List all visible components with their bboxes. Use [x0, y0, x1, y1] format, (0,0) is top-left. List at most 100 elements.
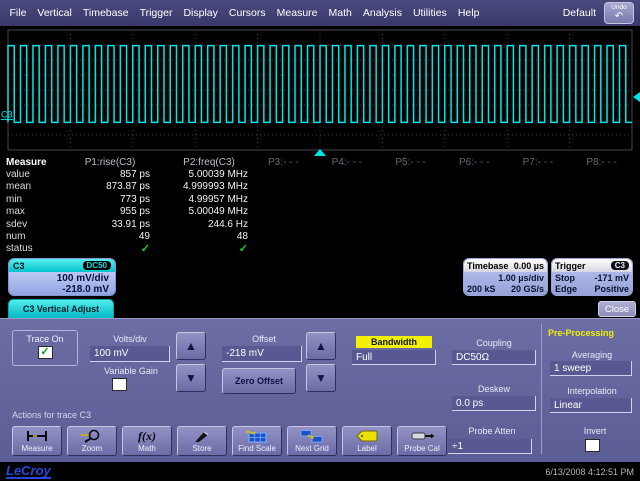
actions-title: Actions for trace C3: [12, 410, 162, 420]
invert-checkbox[interactable]: [585, 439, 600, 452]
measure-cell: 955 ps: [60, 206, 160, 217]
zero-offset-button[interactable]: Zero Offset: [222, 368, 296, 394]
row-label-min: min: [0, 194, 60, 205]
down-arrow-icon: ▼: [315, 371, 327, 385]
averaging-label: Averaging: [552, 350, 632, 360]
measure-cell: 48: [160, 231, 258, 242]
volts-div-increase-button[interactable]: ▲: [176, 332, 206, 360]
measure-cell: 49: [60, 231, 160, 242]
brush-icon: [189, 429, 215, 443]
trigger-mode: Stop: [555, 273, 575, 283]
status-check-p2: ✓: [160, 242, 258, 255]
measure-header-p8[interactable]: P8:- - -: [576, 157, 640, 168]
measure-action-button[interactable]: Measure: [12, 426, 62, 456]
invert-label: Invert: [560, 426, 630, 436]
lecroy-logo: LeCroy: [6, 464, 51, 479]
undo-button[interactable]: Undo ↶: [604, 2, 634, 24]
menu-help[interactable]: Help: [452, 4, 485, 22]
next-grid-action-button[interactable]: Next Grid: [287, 426, 337, 456]
interpolation-field[interactable]: Linear: [550, 398, 632, 413]
timebase-delay: 0.00 µs: [514, 261, 544, 271]
offset-field[interactable]: -218 mV: [222, 346, 302, 362]
magnifier-icon: [79, 429, 105, 443]
menu-vertical[interactable]: Vertical: [32, 4, 77, 22]
deskew-field[interactable]: 0.0 ps: [452, 396, 536, 411]
measure-icon: [24, 429, 50, 443]
probe-icon: [409, 429, 435, 443]
channel-c3-descriptor[interactable]: C3 DC50 100 mV/div -218.0 mV: [8, 258, 116, 296]
measure-header-p7[interactable]: P7:- - -: [513, 157, 577, 168]
volts-div-decrease-button[interactable]: ▼: [176, 364, 206, 392]
preprocessing-title: Pre-Processing: [548, 328, 614, 338]
math-action-button[interactable]: f(x) Math: [122, 426, 172, 456]
measure-table-title: Measure: [0, 157, 60, 168]
volts-div-field[interactable]: 100 mV: [90, 346, 170, 362]
probe-atten-field[interactable]: ÷1: [448, 439, 532, 454]
default-setup-label[interactable]: Default: [555, 7, 604, 19]
measure-cell: 4.99957 MHz: [160, 194, 258, 205]
channel-name: C3: [13, 261, 25, 271]
trace-on-group: Trace On ✓: [12, 330, 78, 366]
measure-cell: 5.00049 MHz: [160, 206, 258, 217]
measure-header-p2[interactable]: P2:freq(C3): [160, 157, 258, 168]
next-grid-icon: [299, 429, 325, 443]
menu-timebase[interactable]: Timebase: [77, 4, 134, 22]
find-scale-action-button[interactable]: Find Scale: [232, 426, 282, 456]
measure-header-p4[interactable]: P4:- - -: [322, 157, 386, 168]
menu-analysis[interactable]: Analysis: [357, 4, 407, 22]
channel-indicator-label: C3: [1, 109, 13, 119]
volts-div-label: Volts/div: [88, 334, 172, 344]
offset-increase-button[interactable]: ▲: [306, 332, 336, 360]
measure-cell: 873.87 ps: [60, 181, 160, 192]
zoom-action-button[interactable]: Zoom: [67, 426, 117, 456]
menu-bar: File Vertical Timebase Trigger Display C…: [0, 0, 640, 26]
row-label-status: status: [0, 243, 60, 254]
bandwidth-field[interactable]: Full: [352, 350, 436, 365]
measure-cell: 33.91 ps: [60, 219, 160, 230]
menu-math[interactable]: Math: [323, 4, 357, 22]
trigger-level: -171 mV: [594, 273, 629, 283]
timebase-descriptor[interactable]: Timebase 0.00 µs 1.00 µs/div 200 kS 20 G…: [463, 258, 548, 296]
tab-c3-vertical-adjust[interactable]: C3 Vertical Adjust: [8, 299, 114, 318]
close-button[interactable]: Close: [598, 301, 636, 317]
menu-measure[interactable]: Measure: [271, 4, 323, 22]
datetime-display: 6/13/2008 4:12:51 PM: [545, 467, 634, 477]
trigger-level-marker: [633, 92, 640, 102]
measure-header-p5[interactable]: P5:- - -: [385, 157, 449, 168]
menu-cursors[interactable]: Cursors: [223, 4, 271, 22]
svg-text:f(x): f(x): [138, 429, 156, 443]
menu-utilities[interactable]: Utilities: [407, 4, 452, 22]
menu-file[interactable]: File: [4, 4, 32, 22]
trigger-descriptor[interactable]: Trigger C3 Stop -171 mV Edge Positive: [551, 258, 633, 296]
interpolation-label: Interpolation: [550, 386, 634, 396]
trigger-type: Edge: [555, 284, 577, 294]
tag-icon: [354, 429, 380, 443]
status-check-p1: ✓: [60, 242, 160, 255]
variable-gain-checkbox[interactable]: [112, 378, 127, 391]
averaging-field[interactable]: 1 sweep: [550, 361, 632, 376]
measure-header-p1[interactable]: P1:rise(C3): [60, 157, 160, 168]
measure-cell: 244.6 Hz: [160, 219, 258, 230]
trigger-source-badge: C3: [611, 261, 629, 270]
timebase-samples: 200 kS: [467, 284, 496, 294]
probe-cal-action-button[interactable]: Probe Cal: [397, 426, 447, 456]
measure-header-p6[interactable]: P6:- - -: [449, 157, 513, 168]
label-action-button[interactable]: Label: [342, 426, 392, 456]
measure-header-p3[interactable]: P3:- - -: [258, 157, 322, 168]
measure-cell: 773 ps: [60, 194, 160, 205]
offset-decrease-button[interactable]: ▼: [306, 364, 336, 392]
probe-atten-label: Probe Atten: [452, 426, 532, 436]
menu-display[interactable]: Display: [178, 4, 223, 22]
trace-on-checkbox[interactable]: ✓: [38, 346, 53, 359]
coupling-field[interactable]: DC50Ω: [452, 350, 536, 365]
coupling-badge: DC50: [83, 261, 111, 270]
bandwidth-label: Bandwidth: [356, 336, 432, 348]
trigger-slope: Positive: [594, 284, 629, 294]
menu-trigger[interactable]: Trigger: [134, 4, 178, 22]
vertical-adjust-dialog: C3 Vertical Adjust Close Trace On ✓ Volt…: [0, 298, 640, 462]
undo-arrow-icon: ↶: [615, 12, 623, 21]
store-action-button[interactable]: Store: [177, 426, 227, 456]
measure-cell: 5.00039 MHz: [160, 169, 258, 180]
waveform-display[interactable]: C3: [0, 26, 640, 156]
down-arrow-icon: ▼: [185, 371, 197, 385]
